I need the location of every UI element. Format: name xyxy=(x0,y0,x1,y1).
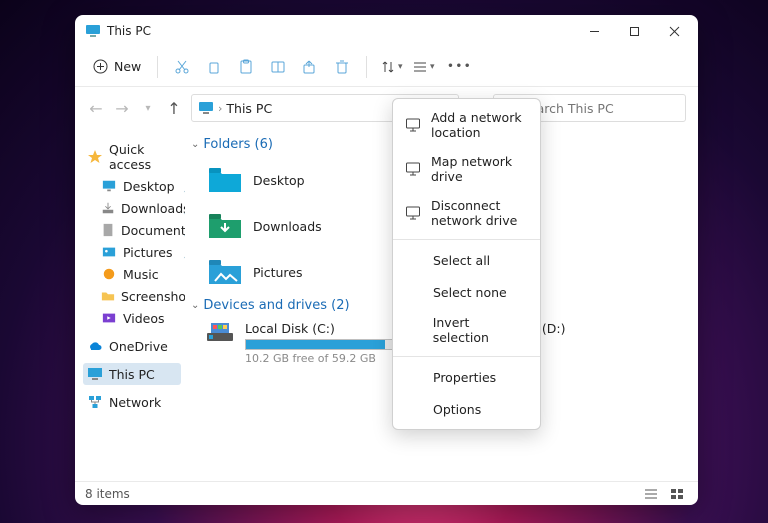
sort-button[interactable]: ▾ xyxy=(375,51,407,83)
star-icon xyxy=(87,149,103,165)
body: Quick access Desktop📌 Downloads📌 Documen… xyxy=(75,129,698,481)
up-button[interactable]: ↑ xyxy=(165,95,183,121)
sidebar: Quick access Desktop📌 Downloads📌 Documen… xyxy=(75,129,185,481)
quick-access[interactable]: Quick access xyxy=(83,139,181,175)
cut-button[interactable] xyxy=(166,51,198,83)
monitor-plus-icon xyxy=(405,116,421,134)
sidebar-item-desktop[interactable]: Desktop📌 xyxy=(83,175,181,197)
documents-icon xyxy=(101,222,115,238)
plus-circle-icon xyxy=(93,59,108,74)
monitor-network-icon xyxy=(405,160,421,178)
this-pc-icon xyxy=(85,23,101,39)
this-pc-icon xyxy=(87,366,103,382)
forward-button[interactable]: → xyxy=(113,95,131,121)
downloads-folder-icon xyxy=(207,211,243,241)
explorer-window: This PC New ▾ ▾ ••• ← → ▾ ↑ › This PC xyxy=(75,15,698,505)
menu-options[interactable]: Options xyxy=(393,393,540,425)
minimize-button[interactable] xyxy=(574,17,614,45)
folder-icon xyxy=(101,288,115,304)
sidebar-item-downloads[interactable]: Downloads📌 xyxy=(83,197,181,219)
menu-add-network-location[interactable]: Add a network location xyxy=(393,103,540,147)
menu-disconnect-network-drive[interactable]: Disconnect network drive xyxy=(393,191,540,235)
overflow-menu: Add a network location Map network drive… xyxy=(392,98,541,430)
sidebar-item-screenshots[interactable]: Screenshots xyxy=(83,285,181,307)
chevron-right-icon: › xyxy=(218,102,222,115)
copy-button[interactable] xyxy=(198,51,230,83)
folders-section-label: Folders (6) xyxy=(203,137,273,152)
back-button[interactable]: ← xyxy=(87,95,105,121)
sidebar-item-pictures[interactable]: Pictures📌 xyxy=(83,241,181,263)
downloads-icon xyxy=(101,200,115,216)
menu-select-none[interactable]: Select none xyxy=(393,276,540,308)
sidebar-item-videos[interactable]: Videos xyxy=(83,307,181,329)
new-label: New xyxy=(114,59,141,74)
network-icon xyxy=(87,394,103,410)
quick-access-label: Quick access xyxy=(109,142,177,172)
desktop-icon xyxy=(101,178,117,194)
maximize-button[interactable] xyxy=(614,17,654,45)
window-title: This PC xyxy=(107,24,574,38)
sidebar-item-documents[interactable]: Documents📌 xyxy=(83,219,181,241)
sidebar-item-music[interactable]: Music xyxy=(83,263,181,285)
music-icon xyxy=(101,266,117,282)
share-button[interactable] xyxy=(294,51,326,83)
menu-invert-selection[interactable]: Invert selection xyxy=(393,308,540,352)
sidebar-item-this-pc[interactable]: This PC xyxy=(83,363,181,385)
videos-icon xyxy=(101,310,117,326)
icons-view-button[interactable] xyxy=(666,485,688,503)
statusbar: 8 items xyxy=(75,481,698,505)
desktop-folder-icon xyxy=(207,165,243,195)
recent-dropdown[interactable]: ▾ xyxy=(139,95,157,121)
sidebar-item-network[interactable]: Network xyxy=(83,391,181,413)
cloud-icon xyxy=(87,338,103,354)
drives-section-label: Devices and drives (2) xyxy=(203,298,349,313)
menu-properties[interactable]: Properties xyxy=(393,361,540,393)
sidebar-item-onedrive[interactable]: OneDrive xyxy=(83,335,181,357)
nav-row: ← → ▾ ↑ › This PC xyxy=(75,87,698,129)
new-button[interactable]: New xyxy=(85,55,149,78)
hdd-icon xyxy=(205,321,235,345)
drive-usage-bar xyxy=(245,339,415,350)
menu-select-all[interactable]: Select all xyxy=(393,244,540,276)
toolbar: New ▾ ▾ ••• xyxy=(75,47,698,87)
close-button[interactable] xyxy=(654,17,694,45)
monitor-disconnect-icon xyxy=(405,204,421,222)
pictures-folder-icon xyxy=(207,257,243,287)
pictures-icon xyxy=(101,244,117,260)
paste-button[interactable] xyxy=(230,51,262,83)
delete-button[interactable] xyxy=(326,51,358,83)
chevron-down-icon: ⌄ xyxy=(191,139,199,150)
drive-local-disk-c[interactable]: Local Disk (C:) 10.2 GB free of 59.2 GB xyxy=(205,321,415,365)
chevron-down-icon: ⌄ xyxy=(191,300,199,311)
details-view-button[interactable] xyxy=(640,485,662,503)
menu-map-network-drive[interactable]: Map network drive xyxy=(393,147,540,191)
rename-button[interactable] xyxy=(262,51,294,83)
this-pc-icon xyxy=(198,100,214,116)
view-button[interactable]: ▾ xyxy=(407,51,439,83)
search-input[interactable] xyxy=(521,101,677,116)
titlebar: This PC xyxy=(75,15,698,47)
more-button[interactable]: ••• xyxy=(439,61,480,72)
item-count: 8 items xyxy=(85,487,130,501)
